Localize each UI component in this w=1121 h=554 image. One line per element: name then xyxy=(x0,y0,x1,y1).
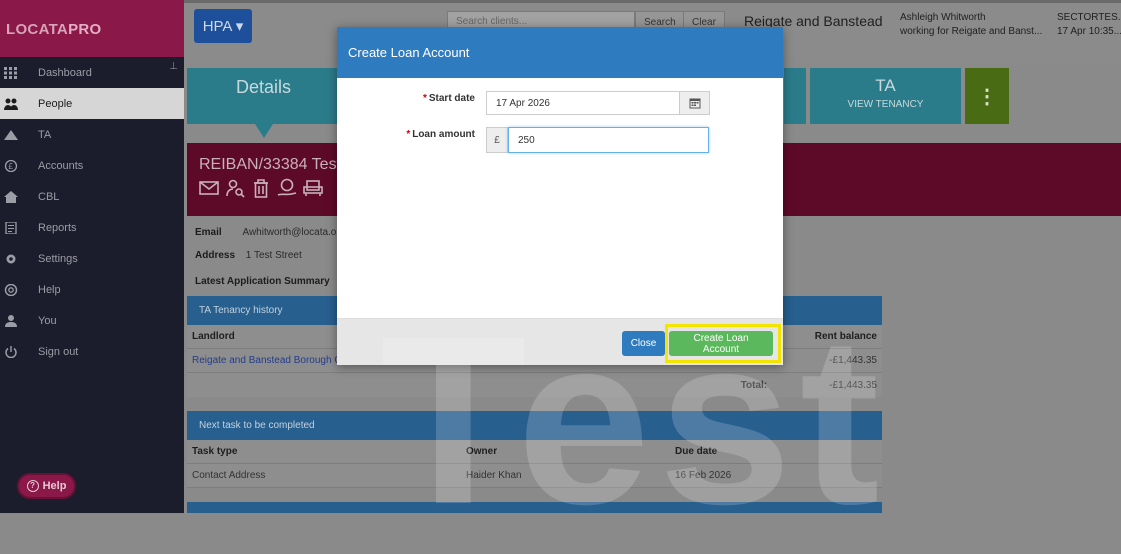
address-row: Address 1 Test Street xyxy=(195,250,302,261)
modal-title: Create Loan Account xyxy=(337,27,783,78)
more-options-button[interactable]: ⋮ xyxy=(965,68,1009,124)
modal-footer: Close Create Loan Account xyxy=(337,318,783,365)
envelope-icon[interactable] xyxy=(199,178,219,198)
client-reference: REIBAN/33384 Test xyxy=(199,156,342,173)
loan-amount-label: * Loan amount xyxy=(406,129,475,140)
currency-addon: £ xyxy=(486,127,508,153)
pin-icon[interactable]: ⊥ xyxy=(169,61,178,72)
loan-amount-field: £ xyxy=(486,127,709,153)
close-button[interactable]: Close xyxy=(622,331,665,356)
tab-details[interactable]: Details xyxy=(187,68,340,124)
sidebar-item-ta[interactable]: TA xyxy=(0,119,184,150)
question-icon: ? xyxy=(26,480,39,492)
create-loan-account-button[interactable]: Create Loan Account xyxy=(669,331,773,356)
table-total-row: Total: -£1,443.35 xyxy=(740,379,877,391)
people-icon xyxy=(4,98,20,110)
user-icon xyxy=(4,314,20,327)
grid-icon xyxy=(4,66,20,79)
sidebar: LOCATAPRO Dashboard ⊥ People TA £ Accoun… xyxy=(0,0,184,513)
person-search-icon[interactable] xyxy=(225,178,245,198)
sidebar-item-people[interactable]: People xyxy=(0,88,184,119)
panel-partial xyxy=(187,502,882,513)
user-info[interactable]: Ashleigh Whitworth working for Reigate a… xyxy=(900,11,1042,39)
pound-icon: £ xyxy=(4,159,20,172)
gear-icon xyxy=(4,253,20,265)
sector-info: SECTORTES... 17 Apr 10:35... xyxy=(1057,12,1121,37)
armchair-icon[interactable] xyxy=(303,178,323,198)
sidebar-item-sign-out[interactable]: Sign out xyxy=(0,336,184,367)
hpa-dropdown-button[interactable]: HPA ▾ xyxy=(194,9,252,43)
loan-amount-input[interactable] xyxy=(508,127,709,153)
sidebar-nav: Dashboard ⊥ People TA £ Accounts CBL Rep… xyxy=(0,57,184,367)
sidebar-item-settings[interactable]: Settings xyxy=(0,243,184,274)
create-loan-account-modal: Create Loan Account *Start date *Loan am… xyxy=(337,27,783,365)
pound-hand-icon[interactable] xyxy=(277,178,297,198)
locata-logo[interactable]: LOCATAPRO xyxy=(0,0,184,57)
email-row: Email Awhitworth@locata.or xyxy=(195,227,340,238)
svg-text:£: £ xyxy=(9,162,14,171)
report-icon xyxy=(4,220,20,235)
application-summary-row: Latest Application Summary No xyxy=(195,276,359,287)
table-row: Contact Address Haider Khan 16 Feb 2026 xyxy=(187,464,882,488)
start-date-label: * Start date xyxy=(422,93,475,104)
sidebar-item-dashboard[interactable]: Dashboard ⊥ xyxy=(0,57,184,88)
panel-title: Next task to be completed xyxy=(187,411,882,440)
sidebar-item-cbl[interactable]: CBL xyxy=(0,181,184,212)
power-icon xyxy=(4,345,20,358)
tab-partial[interactable] xyxy=(784,68,806,124)
start-date-input[interactable] xyxy=(487,92,679,114)
calendar-icon[interactable] xyxy=(679,92,709,114)
home-icon xyxy=(4,190,20,203)
modal-body: *Start date *Loan amount £ xyxy=(337,78,783,318)
tab-ta-view-tenancy[interactable]: TA VIEW TENANCY xyxy=(810,68,961,124)
active-tab-arrow xyxy=(255,124,273,138)
sidebar-item-help[interactable]: Help xyxy=(0,274,184,305)
sidebar-item-accounts[interactable]: £ Accounts xyxy=(0,150,184,181)
sidebar-item-you[interactable]: You xyxy=(0,305,184,336)
lifebuoy-icon xyxy=(4,283,20,296)
trash-icon[interactable] xyxy=(251,178,271,198)
next-task-panel: Next task to be completed Task type Owne… xyxy=(187,411,882,488)
start-date-field xyxy=(486,91,710,115)
floating-help-button[interactable]: ? Help xyxy=(17,473,76,499)
table-header: Task type Owner Due date xyxy=(187,440,882,464)
sidebar-item-reports[interactable]: Reports xyxy=(0,212,184,243)
ta-icon xyxy=(4,129,20,141)
